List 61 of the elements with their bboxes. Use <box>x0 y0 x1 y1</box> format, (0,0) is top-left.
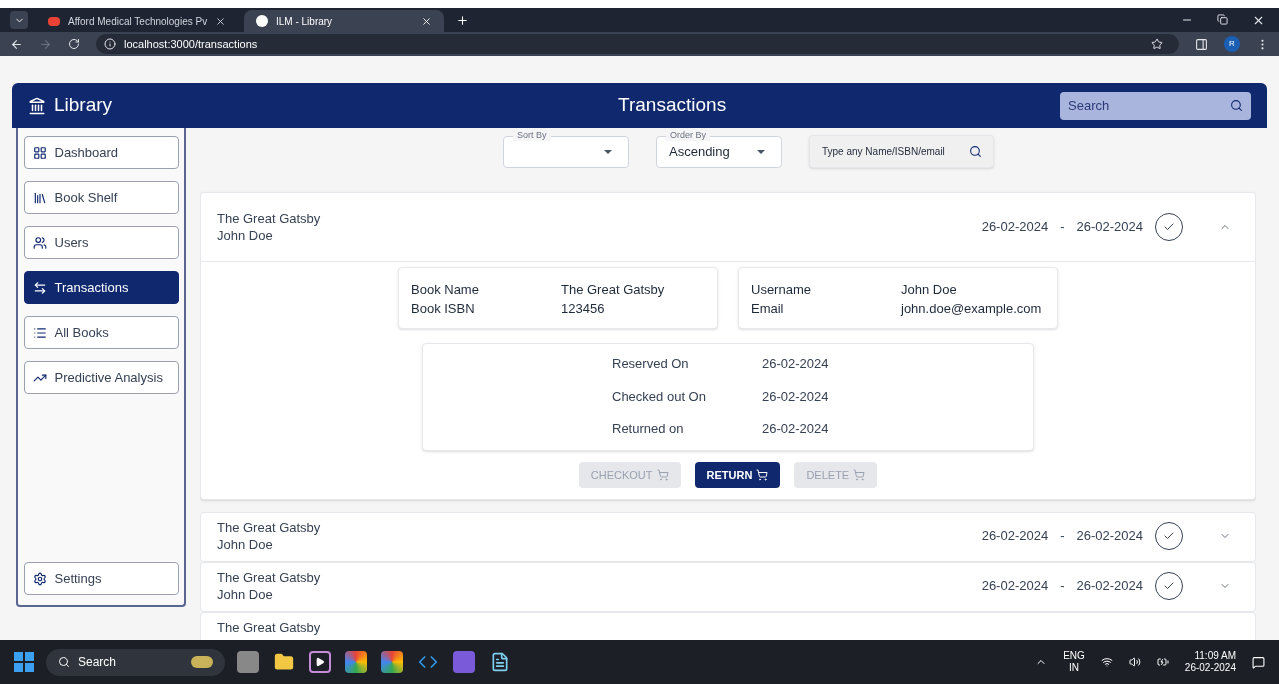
field-value: The Great Gatsby <box>561 281 666 299</box>
end-date: 26-02-2024 <box>1076 577 1143 596</box>
sidebar-item[interactable]: All Books <box>23 316 179 349</box>
sidebar-item[interactable]: Settings <box>23 562 179 595</box>
end-date: 26-02-2024 <box>1076 218 1143 237</box>
clock-time[interactable]: 11:09 AM <box>1194 650 1236 662</box>
start-date: 26-02-2024 <box>981 218 1049 237</box>
field-value: john.doe@example.com <box>901 300 1043 318</box>
page-title: Transactions <box>618 93 727 118</box>
date-separator: - <box>1060 527 1065 546</box>
url-text: localhost:3000/transactions <box>124 36 258 52</box>
transaction-row[interactable]: The Great Gatsby John Doe 26-02-2024 - 26-02-2024 <box>200 512 1256 562</box>
sidebar-item[interactable]: Book Shelf <box>23 181 179 214</box>
action-button[interactable]: RETURN <box>694 462 781 488</box>
field-label: Book ISBN <box>411 300 476 318</box>
field-label: Book Name <box>411 281 480 299</box>
sidebar-item[interactable]: Dashboard <box>23 136 179 169</box>
date-separator: - <box>1060 577 1065 596</box>
book-title: The Great Gatsby <box>217 619 321 636</box>
timeline-label: Checked out On <box>612 387 707 406</box>
timeline-date: 26-02-2024 <box>762 420 830 438</box>
start-date: 26-02-2024 <box>981 577 1049 596</box>
book-title: The Great Gatsby <box>217 569 321 586</box>
sidebar-item[interactable]: Transactions <box>23 271 179 304</box>
sidebar-item[interactable]: Predictive Analysis <box>23 361 179 394</box>
book-title: The Great Gatsby <box>217 210 321 227</box>
tab-title: Afford Medical Technologies Pv <box>68 14 208 29</box>
transaction-row[interactable]: The Great Gatsby <box>200 612 1256 640</box>
timeline-label: Reserved On <box>612 355 690 373</box>
date-separator: - <box>1060 218 1065 237</box>
user-name: John Doe <box>217 586 274 603</box>
address-bar[interactable]: localhost:3000/transactions <box>96 34 1179 54</box>
browser-tab[interactable]: ILM - Library <box>244 10 444 32</box>
field-label: Username <box>751 281 812 299</box>
field-label: Sort By <box>513 129 551 141</box>
filter-search-field[interactable]: Type any Name/ISBN/email <box>809 135 994 168</box>
browser-tab[interactable]: Afford Medical Technologies Pv <box>36 10 236 32</box>
field-label: Order By <box>666 129 710 141</box>
user-name: John Doe <box>217 227 274 244</box>
search-label: Search <box>78 654 117 671</box>
field-value: 123456 <box>561 300 606 318</box>
timeline-label: Returned on <box>612 420 685 438</box>
taskbar-search-field[interactable]: Search <box>46 648 225 676</box>
book-title: The Great Gatsby <box>217 519 321 536</box>
sidebar-item[interactable]: Users <box>23 226 179 259</box>
timeline-date: 26-02-2024 <box>762 355 830 373</box>
transaction-row[interactable]: The Great Gatsby John Doe 26-02-2024 - 26-02-2024 <box>200 562 1256 612</box>
profile-avatar[interactable]: R <box>1224 36 1240 52</box>
user-name: John Doe <box>217 536 274 553</box>
field-value: John Doe <box>901 281 958 299</box>
start-date: 26-02-2024 <box>981 527 1049 546</box>
header-search-field[interactable]: Search <box>1060 91 1251 120</box>
field-label: Email <box>751 300 785 318</box>
language-code[interactable]: ENG <box>1063 650 1085 662</box>
selected-value: Ascending <box>669 143 730 162</box>
clock-date[interactable]: 26-02-2024 <box>1184 662 1236 674</box>
app-brand: Library <box>54 93 113 118</box>
tab-title: ILM - Library <box>276 14 333 29</box>
region-code[interactable]: IN <box>1069 662 1079 674</box>
timeline-date: 26-02-2024 <box>762 387 830 406</box>
end-date: 26-02-2024 <box>1076 527 1143 546</box>
